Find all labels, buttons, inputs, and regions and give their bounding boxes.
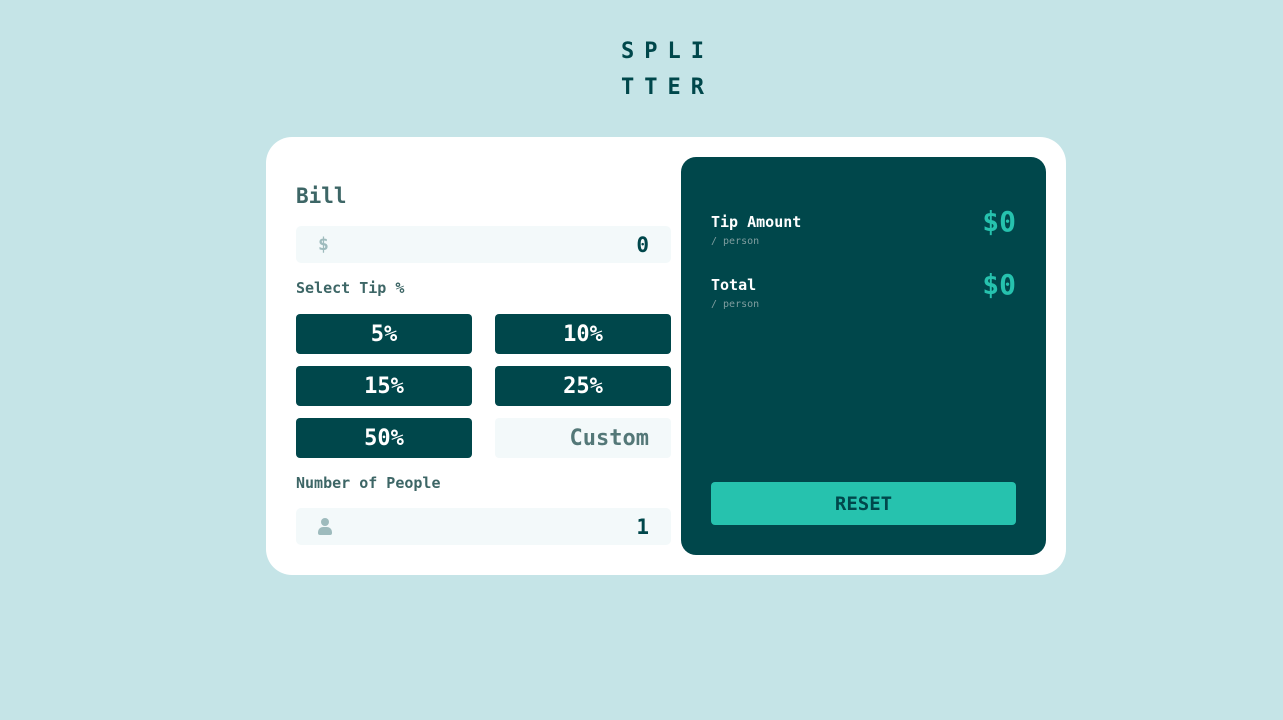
total-value: $0	[982, 268, 1016, 301]
people-field[interactable]	[296, 508, 671, 545]
tip-button-15[interactable]: 15%	[296, 366, 472, 406]
total-label: Total	[711, 276, 757, 294]
number-of-people-label: Number of People	[296, 474, 441, 492]
total-per-person: / person	[711, 299, 760, 310]
logo-line-1: SPLI	[621, 39, 714, 64]
total-row: Total / person $0	[711, 268, 1016, 310]
tip-amount-label: Tip Amount	[711, 213, 802, 231]
tip-amount-row: Tip Amount / person $0	[711, 205, 1016, 247]
people-input[interactable]	[529, 514, 649, 539]
results-panel: Tip Amount / person $0 Total / person $0…	[681, 157, 1046, 555]
reset-button[interactable]: RESET	[711, 482, 1016, 525]
dollar-icon: $	[318, 234, 329, 255]
tip-amount-value: $0	[982, 205, 1016, 238]
tip-button-5[interactable]: 5%	[296, 314, 472, 354]
select-tip-label: Select Tip %	[296, 279, 405, 297]
bill-field[interactable]: $	[296, 226, 671, 263]
person-icon	[318, 518, 332, 535]
calculator-card: Bill $ Select Tip % 5% 10% 15% 25% 50% C…	[266, 137, 1066, 575]
tip-amount-per-person: / person	[711, 236, 760, 247]
tip-button-50[interactable]: 50%	[296, 418, 472, 458]
bill-label: Bill	[296, 184, 347, 208]
custom-tip-input[interactable]: Custom	[495, 418, 671, 458]
bill-input[interactable]	[529, 232, 649, 257]
app-logo: SPLI TTER	[621, 34, 721, 106]
tip-button-10[interactable]: 10%	[495, 314, 671, 354]
tip-button-25[interactable]: 25%	[495, 366, 671, 406]
logo-line-2: TTER	[621, 75, 714, 100]
